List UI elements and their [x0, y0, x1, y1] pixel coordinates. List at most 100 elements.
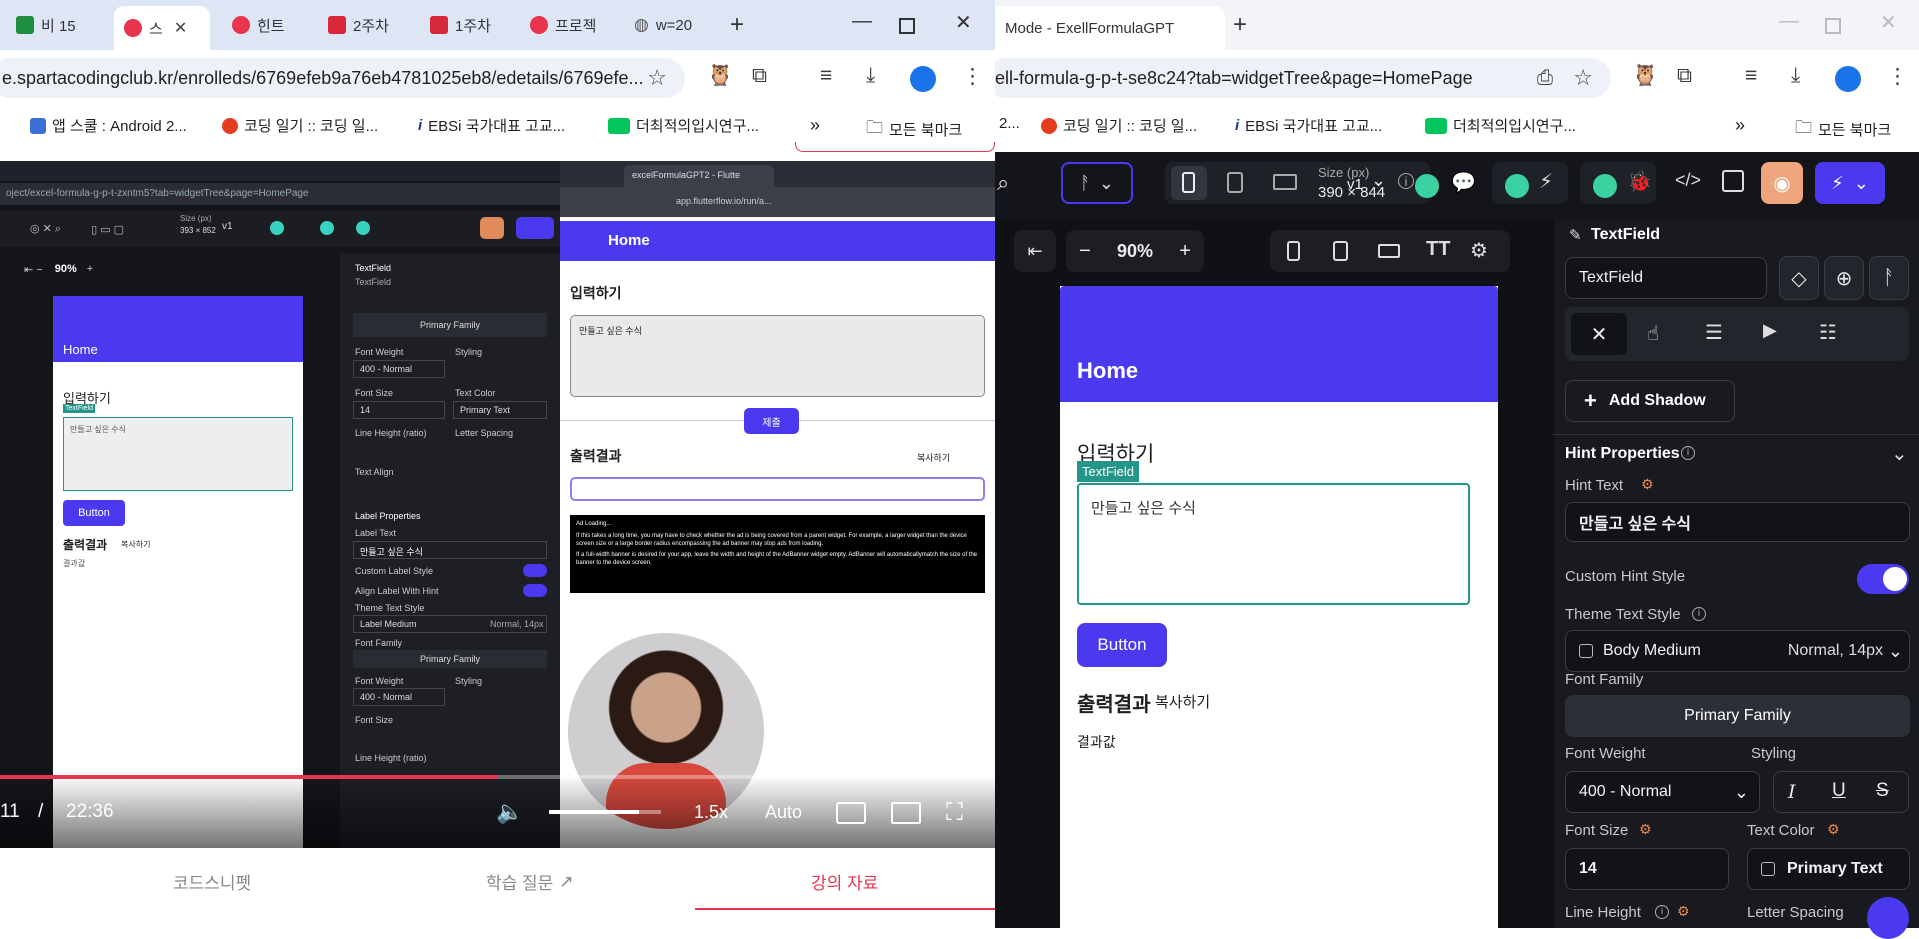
flutterflow-logo-menu[interactable]: ᚨ ⌄: [1061, 162, 1133, 204]
tab-w200[interactable]: ◍ w=20: [624, 7, 724, 43]
tablet-icon[interactable]: [1227, 172, 1243, 193]
download-icon[interactable]: ⤓: [866, 64, 875, 88]
search-icon[interactable]: ⌕: [997, 170, 1009, 196]
underline-icon[interactable]: U: [1832, 780, 1846, 802]
volume-icon[interactable]: 🔈: [496, 799, 523, 825]
open-external-icon[interactable]: [1722, 170, 1744, 192]
video-progress-track[interactable]: [0, 775, 995, 779]
strikethrough-icon[interactable]: S: [1876, 780, 1889, 802]
phone-frame-icon[interactable]: [1287, 241, 1300, 261]
variable-icon[interactable]: ⚙: [1827, 821, 1840, 838]
app-header-title[interactable]: Home: [1077, 358, 1138, 384]
tab-questions[interactable]: 학습 질문 ↗: [486, 869, 574, 894]
menu-kebab-icon[interactable]: ⋮: [1887, 64, 1908, 89]
keyboard-icon[interactable]: [1378, 244, 1400, 258]
bookmark-item[interactable]: i EBSi 국가대표 고교...: [418, 115, 565, 136]
tab-week2[interactable]: 2주차: [318, 7, 414, 43]
bookmark-item[interactable]: 코딩 일기 :: 코딩 일...: [1041, 115, 1197, 136]
result-text[interactable]: 결과값: [1077, 732, 1116, 752]
add-shadow-button[interactable]: + Add Shadow: [1565, 380, 1735, 422]
profile-avatar[interactable]: [1835, 66, 1861, 92]
download-icon[interactable]: ⤓: [1791, 64, 1800, 88]
fullscreen-icon[interactable]: ⛶: [946, 799, 963, 827]
new-tab-button[interactable]: +: [1233, 11, 1247, 39]
tab-project[interactable]: 프로젝: [520, 7, 624, 43]
media-icon[interactable]: ≡: [820, 64, 832, 88]
theater-mode-icon[interactable]: [891, 802, 921, 824]
star-icon[interactable]: ☆: [647, 65, 667, 91]
formula-text-field[interactable]: 만들고 싶은 수식: [1077, 483, 1470, 605]
zoom-out-button[interactable]: −: [1079, 240, 1091, 263]
flutterflow-widget-icon[interactable]: ᚨ: [1869, 256, 1909, 300]
tab-hint[interactable]: 힌트: [222, 7, 320, 43]
tab-lecture-materials[interactable]: 강의 자료: [811, 869, 878, 894]
volume-slider[interactable]: [549, 810, 661, 814]
italic-icon[interactable]: I: [1788, 781, 1796, 803]
tab-animations[interactable]: ▶: [1763, 320, 1777, 341]
copy-text[interactable]: 복사하기: [1155, 691, 1210, 712]
run-test-button[interactable]: ⚡ ⌄: [1815, 162, 1885, 204]
text-color-select[interactable]: Primary Text: [1747, 848, 1910, 890]
extensions-icon[interactable]: ⧉: [752, 64, 767, 88]
tree-settings-icon[interactable]: ⚙: [1470, 238, 1488, 263]
tab-properties[interactable]: ✕: [1571, 313, 1627, 355]
hint-properties-header[interactable]: Hint Properties: [1565, 445, 1680, 463]
bookmark-item[interactable]: i EBSi 국가대표 고교...: [1235, 115, 1382, 136]
version-selector[interactable]: v1: [1347, 176, 1363, 193]
gem-icon[interactable]: ◇: [1779, 256, 1819, 300]
profile-avatar[interactable]: [910, 66, 936, 92]
bookmarks-more-button[interactable]: »: [810, 115, 820, 136]
new-tab-button[interactable]: +: [730, 11, 744, 39]
bookmark-item[interactable]: 코딩 일기 :: 코딩 일...: [222, 115, 378, 136]
font-size-input[interactable]: 14: [1565, 848, 1729, 890]
variable-icon[interactable]: ⚙: [1639, 821, 1652, 838]
close-window-icon[interactable]: ✕: [1880, 10, 1897, 35]
bookmark-item[interactable]: 앱 스쿨 : Android 2...: [30, 115, 187, 136]
output-section-title[interactable]: 출력결과: [1077, 688, 1151, 717]
variable-icon[interactable]: ⚙: [1641, 476, 1654, 493]
playback-speed-button[interactable]: 1.5x: [694, 802, 728, 823]
theme-text-style-select[interactable]: Body Medium Normal, 14px ⌄: [1565, 630, 1910, 672]
tab-backend-query[interactable]: ☰: [1705, 320, 1723, 345]
minimize-icon[interactable]: —: [852, 10, 872, 33]
address-bar[interactable]: ell-formula-g-p-t-se8c24?tab=widgetTree&…: [995, 58, 1611, 98]
submit-button[interactable]: Button: [1077, 623, 1167, 667]
debug-bug-icon[interactable]: 🐞: [1627, 169, 1652, 194]
font-family-select[interactable]: Primary Family: [1565, 695, 1910, 737]
bookmarks-more-button[interactable]: »: [1735, 115, 1745, 136]
collapse-left-panel-button[interactable]: ⇤: [1014, 230, 1056, 272]
bookmark-item[interactable]: 2...: [999, 115, 1020, 132]
menu-kebab-icon[interactable]: ⋮: [962, 64, 983, 89]
widget-name-input[interactable]: TextField: [1565, 257, 1767, 299]
minimize-icon[interactable]: —: [1779, 10, 1799, 33]
desktop-icon[interactable]: [1273, 174, 1297, 190]
tab-sheets[interactable]: 비 15: [6, 7, 114, 43]
owl-extension-icon[interactable]: 🦉: [1632, 64, 1658, 88]
close-icon[interactable]: ✕: [174, 18, 187, 38]
maximize-icon[interactable]: [899, 18, 915, 34]
tab-documentation[interactable]: ☷: [1819, 320, 1837, 345]
install-app-icon[interactable]: ⎙: [1537, 67, 1553, 90]
device-notch-icon[interactable]: [1333, 241, 1348, 261]
hint-text-input[interactable]: 만들고 싶은 수식: [1565, 502, 1910, 542]
close-window-icon[interactable]: ✕: [955, 10, 972, 35]
chevron-down-icon[interactable]: ⌄: [1891, 441, 1908, 466]
preview-eye-button[interactable]: ◉: [1761, 162, 1803, 204]
address-bar[interactable]: e.spartacodingclub.kr/enrolleds/6769efeb…: [0, 58, 685, 98]
extensions-icon[interactable]: ⧉: [1677, 64, 1692, 88]
all-bookmarks-button[interactable]: 🗀 모든 북마크: [866, 115, 962, 144]
star-icon[interactable]: ☆: [1573, 65, 1593, 91]
bookmark-item[interactable]: 더최적의입시연구...: [608, 115, 759, 136]
lecture-video-player[interactable]: oject/excel-formula-g-p-t-zxntm5?tab=wid…: [0, 161, 995, 848]
all-bookmarks-button[interactable]: 🗀 모든 북마크: [1795, 115, 1891, 144]
custom-hint-style-toggle[interactable]: [1857, 564, 1909, 594]
chat-support-button[interactable]: [1867, 897, 1909, 939]
media-icon[interactable]: ≡: [1745, 64, 1757, 88]
comment-icon[interactable]: 💬: [1451, 170, 1476, 195]
bookmark-item[interactable]: 더최적의입시연구...: [1425, 115, 1576, 136]
tab-code-snippet[interactable]: 코드스니펫: [173, 869, 251, 894]
tab-week1[interactable]: 1주차: [420, 7, 516, 43]
lightning-icon[interactable]: ⚡: [1539, 169, 1553, 194]
tab-flutterflow[interactable]: Mode - ExellFormulaGPT: [995, 6, 1225, 50]
captions-icon[interactable]: [836, 802, 866, 824]
